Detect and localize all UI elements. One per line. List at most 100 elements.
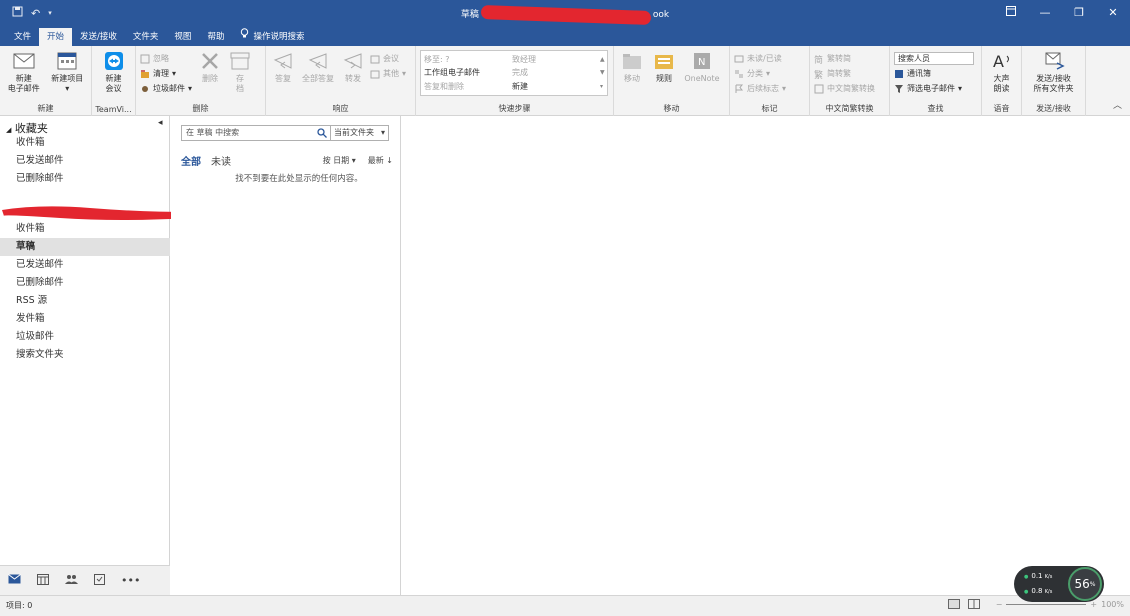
unread-read-button[interactable]: 未读/已读 xyxy=(734,52,786,65)
folder-item-fav-sent[interactable]: 已发送邮件 xyxy=(0,152,169,170)
undo-icon[interactable]: ↶ xyxy=(31,7,40,20)
quick-step-to-manager[interactable]: 致经理 xyxy=(512,53,600,66)
chevron-down-icon: ▾ xyxy=(65,84,70,93)
sort-by-dropdown[interactable]: 按 日期 ▾ xyxy=(323,155,356,166)
group-find-label: 查找 xyxy=(927,104,944,113)
address-book-label: 通讯簿 xyxy=(907,69,931,78)
ignore-icon xyxy=(140,54,150,64)
categorize-label: 分类 xyxy=(747,69,763,78)
empty-list-message: 找不到要在此处显示的任何内容。 xyxy=(235,174,363,184)
folder-item-junk[interactable]: 垃圾邮件 xyxy=(0,328,170,346)
search-icon[interactable] xyxy=(317,128,327,143)
teamviewer-icon xyxy=(102,50,126,72)
reading-view-icon[interactable] xyxy=(968,599,980,611)
customize-icon[interactable]: ▾ xyxy=(48,9,52,17)
filter-all-tab[interactable]: 全部 xyxy=(181,153,201,168)
more-icon[interactable]: ••• xyxy=(121,574,140,587)
followup-button[interactable]: 后续标志 ▾ xyxy=(734,82,786,95)
chevron-down-icon: ▾ xyxy=(958,84,963,93)
search-people-input[interactable]: 搜索人员 xyxy=(894,52,974,65)
tab-view[interactable]: 视图 xyxy=(166,28,199,46)
filter-email-button[interactable]: 筛选电子邮件 ▾ xyxy=(894,82,974,95)
junk-label: 垃圾邮件 xyxy=(153,84,185,93)
ignore-button[interactable]: 忽略 xyxy=(140,52,192,65)
cleanup-button[interactable]: 清理 ▾ xyxy=(140,67,192,80)
zoom-in-icon[interactable]: + xyxy=(1090,600,1097,609)
view-switcher xyxy=(948,599,980,611)
upload-rate: 0.1 K/s xyxy=(1024,569,1052,584)
tab-file[interactable]: 文件 xyxy=(6,28,39,46)
meeting-reply-button[interactable]: 会议 xyxy=(370,52,406,65)
ignore-label: 忽略 xyxy=(153,54,169,63)
tab-help[interactable]: 帮助 xyxy=(199,28,232,46)
folder-item-inbox[interactable]: 收件箱 xyxy=(0,220,170,238)
flag-icon xyxy=(734,84,744,94)
svg-text:简: 简 xyxy=(814,54,823,64)
quick-step-team-email[interactable]: 工作组电子邮件 xyxy=(424,66,512,79)
quick-step-scroll-down[interactable]: ▼ xyxy=(600,66,610,79)
reply-label: 答复 xyxy=(275,74,291,83)
people-icon[interactable] xyxy=(65,574,78,588)
folder-item-search-folders[interactable]: 搜索文件夹 xyxy=(0,346,170,364)
tell-me-search[interactable]: 操作说明搜索 xyxy=(232,28,312,46)
more-respond-button[interactable]: 其他 ▾ xyxy=(370,67,406,80)
filter-unread-tab[interactable]: 未读 xyxy=(211,153,231,168)
normal-view-icon[interactable] xyxy=(948,599,960,611)
zoom-out-icon[interactable]: − xyxy=(996,600,1003,609)
sort-order-toggle[interactable]: 最新 ↓ xyxy=(368,155,393,166)
to-simplified-button[interactable]: 简繁转简 xyxy=(814,52,875,66)
minimize-icon[interactable]: — xyxy=(1028,0,1062,26)
junk-button[interactable]: 垃圾邮件 ▾ xyxy=(140,82,192,95)
calendar-icon[interactable] xyxy=(37,573,49,588)
favorites-header[interactable]: ◢ 收藏夹 xyxy=(0,116,169,135)
folder-item-fav-inbox[interactable]: 收件箱 xyxy=(0,134,169,152)
folder-item-rss[interactable]: RSS 源 xyxy=(0,292,170,310)
collapse-ribbon-icon[interactable]: ︿ xyxy=(1113,98,1122,111)
folder-item-sent[interactable]: 已发送邮件 xyxy=(0,256,170,274)
ribbon-display-icon[interactable] xyxy=(994,0,1028,26)
onenote-label: OneNote xyxy=(684,74,720,83)
group-find: 搜索人员 通讯簿 筛选电子邮件 ▾ 查找 xyxy=(890,46,982,116)
to-traditional-button[interactable]: 繁简转繁 xyxy=(814,67,875,81)
mail-icon[interactable] xyxy=(8,574,21,587)
svg-text:N: N xyxy=(698,57,705,68)
tab-send-receive[interactable]: 发送/接收 xyxy=(72,28,125,46)
search-input[interactable]: 在 草稿 中搜索 xyxy=(181,125,331,141)
quick-step-reply-delete[interactable]: 答复和删除 xyxy=(424,80,512,93)
folder-item-fav-deleted[interactable]: 已删除邮件 xyxy=(0,170,169,188)
categorize-button[interactable]: 分类 ▾ xyxy=(734,67,786,80)
folder-item-outbox[interactable]: 发件箱 xyxy=(0,310,170,328)
address-book-button[interactable]: 通讯簿 xyxy=(894,67,974,80)
tab-folder[interactable]: 文件夹 xyxy=(125,28,167,46)
quick-step-scroll-up[interactable]: ▲ xyxy=(600,53,610,66)
restore-icon[interactable]: ❐ xyxy=(1062,0,1096,26)
conversion-button[interactable]: 中文简繁转换 xyxy=(814,82,875,95)
zoom-slider[interactable] xyxy=(1006,604,1087,605)
reading-pane xyxy=(401,116,1130,595)
save-icon[interactable] xyxy=(12,6,23,20)
folder-item-deleted[interactable]: 已删除邮件 xyxy=(0,274,170,292)
lightbulb-icon xyxy=(240,28,249,46)
quick-step-move-to[interactable]: 移至: ? xyxy=(424,53,512,66)
new-email-label: 新建 电子邮件 xyxy=(7,74,40,93)
collapse-pane-icon[interactable]: ◂ xyxy=(158,118,163,128)
quick-step-done[interactable]: 完成 xyxy=(512,66,600,79)
forward-label: 转发 xyxy=(345,74,361,83)
search-scope-dropdown[interactable]: 当前文件夹 ▾ xyxy=(331,125,389,141)
quick-access-toolbar: ↶ ▾ xyxy=(0,6,90,20)
chevron-down-icon: ▾ xyxy=(172,69,177,78)
tasks-icon[interactable] xyxy=(94,573,105,588)
group-teamviewer: 新建 会议 TeamVi... xyxy=(92,46,136,116)
group-send-receive: 发送/接收 所有文件夹 发送/接收 xyxy=(1022,46,1086,116)
quick-step-new[interactable]: 新建 xyxy=(512,80,600,93)
sort-by-label: 按 日期 xyxy=(322,156,350,165)
tab-home[interactable]: 开始 xyxy=(39,28,73,46)
network-speed-widget[interactable]: 0.1 K/s 0.8 K/s 56% xyxy=(1014,566,1104,602)
group-send-receive-label: 发送/接收 xyxy=(1036,104,1071,113)
filter-icon xyxy=(894,84,904,94)
close-icon[interactable]: ✕ xyxy=(1096,0,1130,26)
quick-step-more[interactable]: ▾ xyxy=(600,80,610,93)
folder-item-drafts[interactable]: 草稿 xyxy=(0,238,170,256)
address-book-icon xyxy=(894,69,904,79)
more-respond-icon xyxy=(370,69,380,79)
